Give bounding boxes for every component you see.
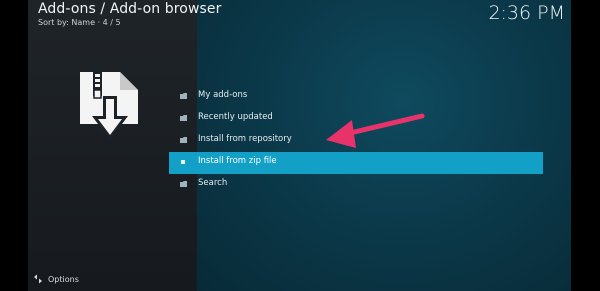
sort-info: Sort by: Name · 4 / 5 [38,18,121,27]
folder-icon [180,181,187,187]
folder-icon [180,93,187,99]
options-button[interactable]: Options [33,274,79,284]
menu-item-label: Recently updated [198,112,273,122]
zip-download-icon [80,72,138,140]
folder-icon [180,115,187,121]
menu-item-label: My add-ons [198,90,248,100]
page-title: Add-ons / Add-on browser [38,1,222,17]
clock: 2:36 PM [488,2,565,24]
menu-item-label: Search [198,178,228,188]
bullet-icon [181,160,185,164]
menu-item-install-from-zip[interactable]: Install from zip file [169,152,543,174]
settings-icon [34,274,42,284]
menu-item-label: Install from repository [198,134,292,144]
menu-item-label: Install from zip file [198,156,277,166]
pointer-arrow-icon [326,113,425,148]
folder-icon [180,137,187,143]
menu-item-search[interactable]: Search [169,174,543,196]
options-label: Options [48,274,79,284]
menu-item-my-addons[interactable]: My add-ons [169,86,543,108]
